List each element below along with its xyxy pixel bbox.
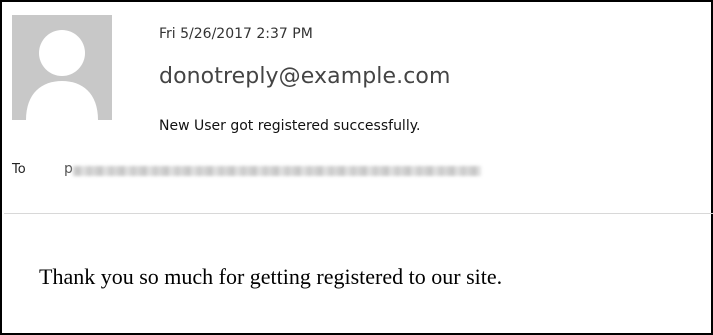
email-body-text: Thank you so much for getting registered… [39, 264, 503, 289]
recipient-address-redacted: p [64, 161, 484, 180]
to-label: To [12, 162, 26, 177]
email-reading-pane: Fri 5/26/2017 2:37 PM donotreply@example… [0, 0, 713, 335]
email-subject: New User got registered successfully. [159, 118, 421, 134]
redaction-blur [73, 166, 481, 176]
recipient-first-char: p [64, 161, 73, 177]
avatar [12, 15, 112, 120]
default-user-silhouette-icon [12, 15, 112, 120]
header-divider [4, 213, 713, 214]
sender-address[interactable]: donotreply@example.com [159, 64, 451, 89]
email-timestamp: Fri 5/26/2017 2:37 PM [159, 26, 313, 42]
